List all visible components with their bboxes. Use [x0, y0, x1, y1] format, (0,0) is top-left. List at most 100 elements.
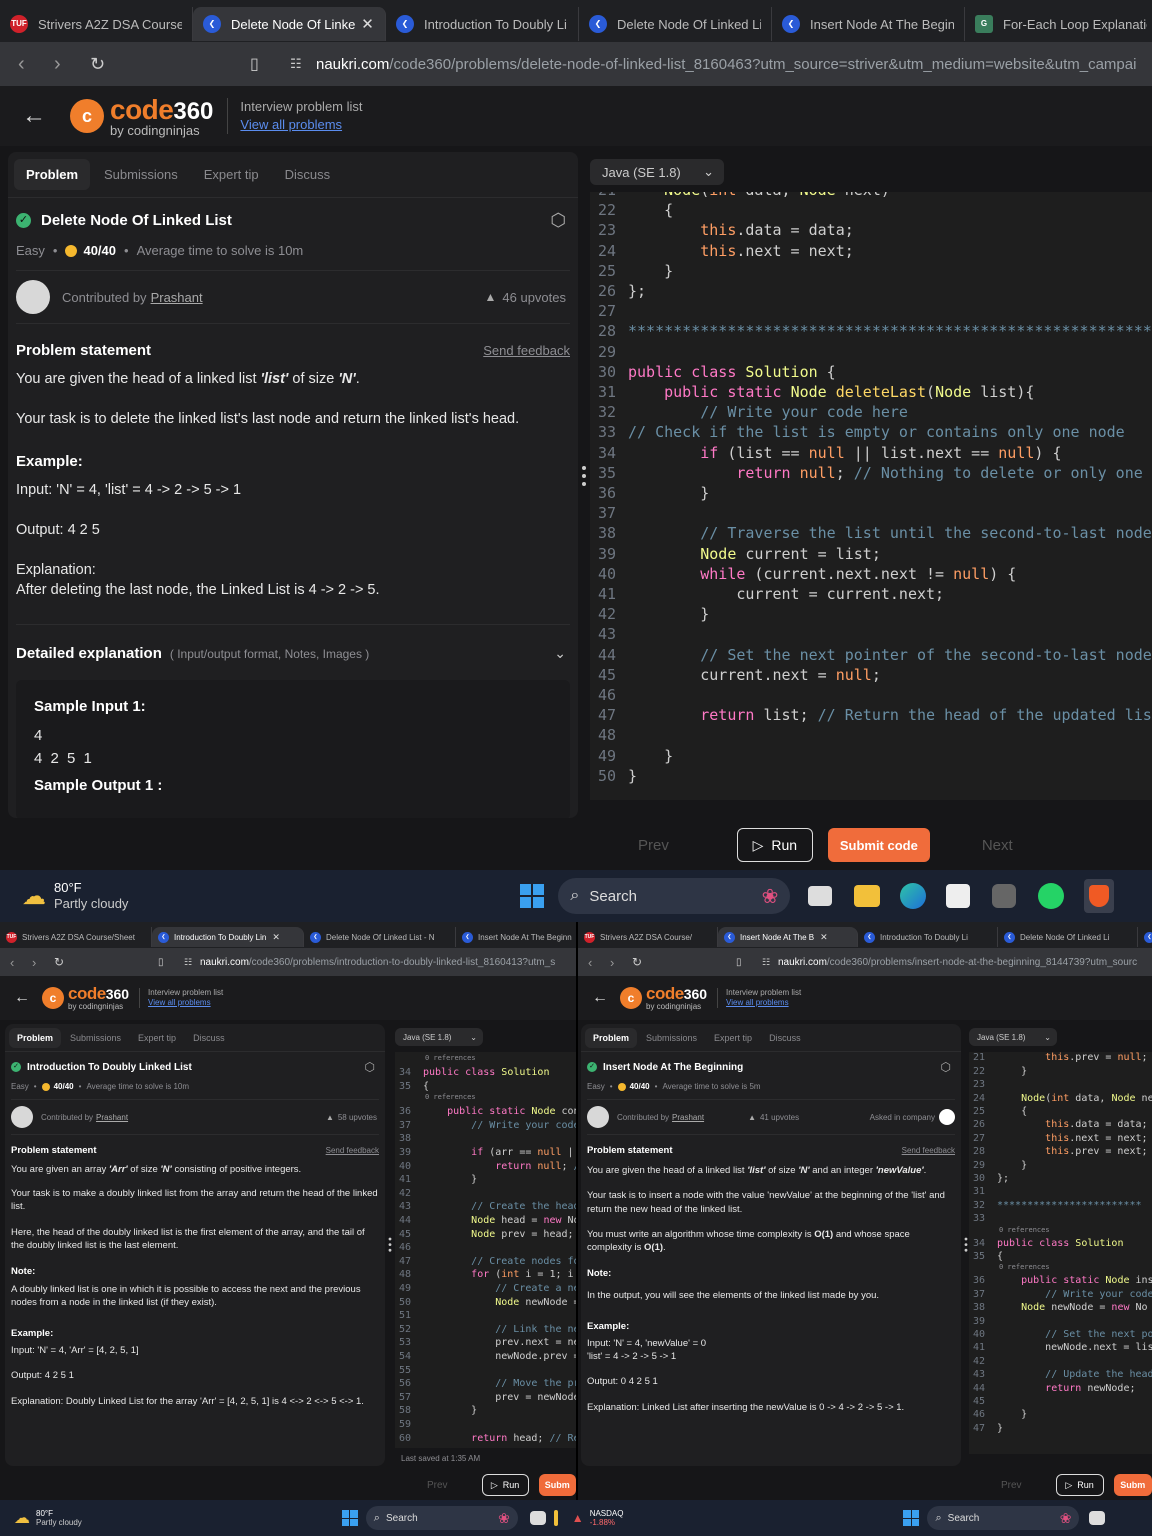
code-line[interactable]: 60 return head; // Return	[395, 1432, 576, 1446]
brave-icon[interactable]	[1084, 879, 1115, 913]
back-arrow-icon[interactable]: ←	[22, 102, 46, 130]
bookmark-icon[interactable]: ▯	[736, 957, 762, 968]
code-line[interactable]: 30 public class Solution {	[590, 362, 1152, 382]
code-line[interactable]: 32 ************************	[969, 1199, 1152, 1212]
prev-button[interactable]: Prev	[638, 837, 669, 854]
close-tab-icon[interactable]: ✕	[272, 932, 280, 943]
code-editor[interactable]: 0 references 34 public class Solution 35 {0 …	[395, 1052, 576, 1448]
next-button[interactable]: Next	[982, 837, 1013, 854]
code-line[interactable]: 46	[395, 1241, 576, 1255]
code-line[interactable]: 30};	[969, 1172, 1152, 1185]
code-line[interactable]: 28 this.prev = next;	[969, 1145, 1152, 1158]
code-line[interactable]: 43 // Update the head of	[969, 1368, 1152, 1381]
back-icon[interactable]: ‹	[588, 955, 610, 970]
view-all-problems-link[interactable]: View all problems	[148, 998, 223, 1008]
tab-discuss[interactable]: Discuss	[761, 1028, 809, 1048]
code-line[interactable]: 45	[969, 1395, 1152, 1408]
code-line[interactable]: 22 {	[590, 200, 1152, 220]
code-line[interactable]: 36 public static Node insert	[969, 1274, 1152, 1287]
code360-logo[interactable]: code360 by codingninjas	[68, 985, 129, 1011]
view-all-problems-link[interactable]: View all problems	[726, 998, 801, 1008]
code-line[interactable]: 45 Node prev = head; // l	[395, 1228, 576, 1242]
code-line[interactable]: 39	[969, 1315, 1152, 1328]
code-line[interactable]: 31	[969, 1185, 1152, 1198]
address-bar[interactable]: naukri.com/code360/problems/insert-node-…	[778, 957, 1137, 968]
code-line[interactable]: 32 // Write your code here	[590, 402, 1152, 422]
app-icon[interactable]	[992, 884, 1017, 908]
tab-problem[interactable]: Problem	[585, 1027, 638, 1048]
browser-tab[interactable]: ❮ Delete Node Of Linke ✕	[193, 7, 386, 41]
prev-button[interactable]: Prev	[1001, 1480, 1022, 1491]
code-line[interactable]: 53 prev.next = newNod	[395, 1336, 576, 1350]
browser-tab[interactable]: ❮ Insert Node At The B ✕	[718, 927, 858, 947]
author-link[interactable]: Prashant	[151, 290, 203, 305]
code-line[interactable]: 50}	[590, 766, 1152, 786]
tab-problem[interactable]: Problem	[14, 159, 91, 190]
site-info-icon[interactable]: ☷	[762, 957, 778, 968]
submit-code-button[interactable]: Submit code	[827, 828, 930, 862]
browser-tab[interactable]: ❮ Delete Node Of Linked List - N	[304, 927, 456, 947]
code-line[interactable]: 35 {	[395, 1080, 576, 1094]
code-line[interactable]: 36 }	[590, 483, 1152, 503]
code-line[interactable]: 41 }	[395, 1173, 576, 1187]
code-line[interactable]: 48 for (int i = 1; i < arr.le	[395, 1268, 576, 1282]
code-line[interactable]: 59	[395, 1418, 576, 1432]
code-line[interactable]: 42	[969, 1355, 1152, 1368]
share-icon[interactable]: ⬡	[550, 210, 566, 231]
reload-icon[interactable]: ↻	[90, 54, 250, 75]
windows-start-icon[interactable]	[520, 884, 545, 908]
code-line[interactable]: 40 while (current.next.next != null) {	[590, 564, 1152, 584]
code-line[interactable]: 58 }	[395, 1404, 576, 1418]
code-line[interactable]: 42	[395, 1187, 576, 1201]
file-explorer-icon[interactable]	[553, 1510, 558, 1526]
browser-tab[interactable]: ❮ Introduction To Doubly Li	[386, 7, 579, 41]
back-arrow-icon[interactable]: ←	[14, 989, 30, 1007]
code-line[interactable]: 21 this.prev = null;	[969, 1052, 1152, 1065]
code360-logo-icon[interactable]: c	[620, 987, 642, 1009]
code-line[interactable]: 57 prev = newNode;	[395, 1391, 576, 1405]
code-line[interactable]: 43 // Create the head noc	[395, 1200, 576, 1214]
bookmark-icon[interactable]: ▯	[250, 54, 290, 74]
code-line[interactable]: 33 // Check if the list is empty or conta…	[590, 422, 1152, 442]
site-info-icon[interactable]: ☷	[290, 56, 316, 72]
send-feedback-link[interactable]: Send feedback	[902, 1146, 955, 1155]
language-select[interactable]: Java (SE 1.8) ⌄	[590, 159, 724, 185]
code-line[interactable]: 23 this.data = data;	[590, 220, 1152, 240]
reload-icon[interactable]: ↻	[632, 955, 736, 969]
back-icon[interactable]: ‹	[18, 53, 54, 76]
back-icon[interactable]: ‹	[10, 955, 32, 970]
browser-tab[interactable]: ❮ Insert Node At The Beginn	[772, 7, 965, 41]
code-line[interactable]: 38 Node newNode = new No	[969, 1301, 1152, 1314]
code-line[interactable]: 27	[590, 301, 1152, 321]
tab-expert-tip[interactable]: Expert tip	[130, 1028, 184, 1048]
code-line[interactable]: 55	[395, 1364, 576, 1378]
code-line[interactable]: 42 }	[590, 604, 1152, 624]
taskbar-search[interactable]: ⌕ Search ❀	[558, 878, 791, 914]
code-line[interactable]: 54 newNode.prev = pr	[395, 1350, 576, 1364]
code-line[interactable]: 24 Node(int data, Node ne	[969, 1092, 1152, 1105]
weather-icon[interactable]: ☁	[22, 882, 46, 911]
browser-tab[interactable]: TUF Strivers A2Z DSA Course/	[0, 7, 193, 41]
forward-icon[interactable]: ›	[54, 53, 90, 76]
browser-tab[interactable]: G For-Each Loop Explanatio	[965, 7, 1152, 41]
resize-handle[interactable]	[388, 1237, 392, 1255]
code-line[interactable]: 36 public static Node const	[395, 1105, 576, 1119]
upvote-icon[interactable]: ▲	[748, 1113, 756, 1122]
code-line[interactable]: 50 Node newNode = n	[395, 1296, 576, 1310]
code-line[interactable]: 29 }	[969, 1159, 1152, 1172]
code-line[interactable]: 33	[969, 1212, 1152, 1225]
code360-logo-icon[interactable]: c	[42, 987, 64, 1009]
code-line[interactable]: 47}	[969, 1422, 1152, 1435]
send-feedback-link[interactable]: Send feedback	[326, 1146, 379, 1155]
code360-logo[interactable]: code360 by codingninjas	[110, 95, 213, 137]
code-line[interactable]: 51	[395, 1309, 576, 1323]
tab-submissions[interactable]: Submissions	[62, 1028, 129, 1048]
task-view-icon[interactable]	[529, 1511, 546, 1525]
share-icon[interactable]: ⬡	[365, 1060, 375, 1074]
run-button[interactable]: ▷ Run	[481, 1474, 529, 1496]
language-select[interactable]: Java (SE 1.8) ⌄	[969, 1028, 1057, 1046]
send-feedback-link[interactable]: Send feedback	[483, 343, 570, 358]
site-info-icon[interactable]: ☷	[184, 957, 200, 968]
code-line[interactable]: 34 public class Solution	[395, 1066, 576, 1080]
address-bar[interactable]: naukri.com/code360/problems/delete-node-…	[316, 56, 1136, 73]
